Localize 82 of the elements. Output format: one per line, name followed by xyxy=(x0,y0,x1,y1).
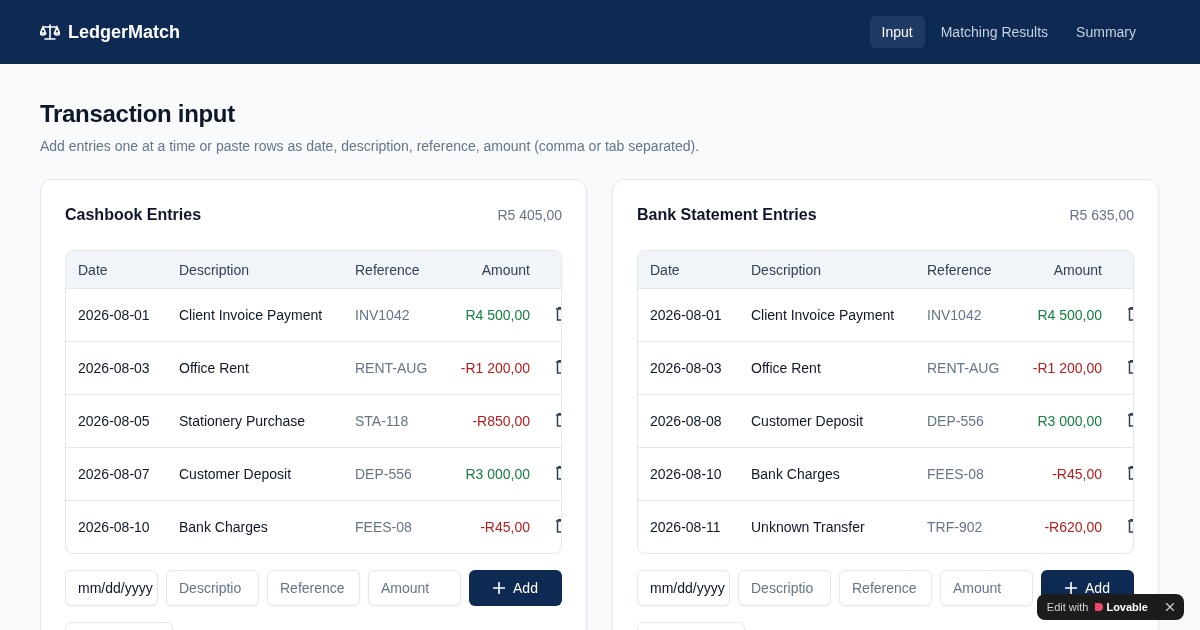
table-cell-text: 2026-08-11 xyxy=(650,519,722,535)
page-title: Transaction input xyxy=(40,100,236,128)
plus-icon xyxy=(1065,582,1078,594)
table-cell-text: RENT-AUG xyxy=(927,360,1001,376)
table-cell-text: Bank Charges xyxy=(179,519,269,535)
table-cell-text: R3 000,00 xyxy=(1036,413,1102,429)
card-title: Bank Statement Entries xyxy=(637,206,817,224)
reference-field[interactable]: Reference xyxy=(839,570,932,606)
trash-icon[interactable] xyxy=(1128,359,1133,374)
trash-icon[interactable] xyxy=(556,306,561,321)
table-cell-text: 2026-08-03 xyxy=(650,360,723,376)
table-cell-text: INV1042 xyxy=(927,307,983,323)
nav-tab[interactable]: Summary xyxy=(1064,16,1148,48)
table-cell-text: 2026-08-05 xyxy=(78,413,151,429)
table-cell-text: -R45,00 xyxy=(479,519,530,535)
table-cell-text: -R45,00 xyxy=(1051,466,1102,482)
column-header: Date xyxy=(78,261,109,278)
scales-icon xyxy=(40,23,60,41)
table-cell-text: R4 500,00 xyxy=(464,307,530,323)
trash-icon[interactable] xyxy=(556,465,561,480)
reference-field[interactable]: Reference xyxy=(267,570,360,606)
description-field[interactable]: Descriptio xyxy=(166,570,259,606)
table-cell-text: TRF-902 xyxy=(927,519,984,535)
table-cell-text: -R1 200,00 xyxy=(1031,360,1102,376)
table-cell-text: 2026-08-01 xyxy=(78,307,151,323)
table-cell-text: STA-118 xyxy=(355,413,410,429)
table-cell-text: Customer Deposit xyxy=(751,413,865,429)
trash-icon[interactable] xyxy=(556,359,561,374)
table-cell-text: DEP-556 xyxy=(927,413,985,429)
trash-icon[interactable] xyxy=(1128,412,1133,427)
table-cell-text: 2026-08-08 xyxy=(650,413,723,429)
app-title: LedgerMatch xyxy=(68,21,181,43)
date-field[interactable]: mm/dd/yyyy xyxy=(65,570,158,606)
table-cell-text: FEES-08 xyxy=(355,519,413,535)
trash-icon[interactable] xyxy=(1128,306,1133,321)
table-cell-text: Unknown Transfer xyxy=(751,519,866,535)
edit-with-toast[interactable]: Edit with Lovable xyxy=(1036,594,1184,620)
column-header: Reference xyxy=(927,261,993,278)
table-cell-text: 2026-08-01 xyxy=(650,307,723,323)
nav-tab[interactable]: Input xyxy=(869,16,925,48)
table-cell-text: Office Rent xyxy=(751,360,822,376)
table-cell-text: R3 000,00 xyxy=(464,466,530,482)
nav-tab[interactable]: Matching Results xyxy=(928,16,1061,48)
add-button[interactable]: Add xyxy=(469,570,562,606)
column-header: Amount xyxy=(480,261,530,278)
card-total: R5 405,00 xyxy=(497,207,562,223)
table-cell-text: Client Invoice Payment xyxy=(179,307,324,323)
page-subtitle: Add entries one at a time or paste rows as date, description, reference, amount (comma or tab separated). xyxy=(40,138,701,154)
table-cell-text: 2026-08-03 xyxy=(78,360,151,376)
table-cell-text: R4 500,00 xyxy=(1036,307,1102,323)
table-cell-text: 2026-08-07 xyxy=(78,466,151,482)
table-cell-text: -R1 200,00 xyxy=(459,360,530,376)
close-icon[interactable] xyxy=(1166,603,1174,611)
amount-field[interactable]: Amount xyxy=(368,570,461,606)
trash-icon[interactable] xyxy=(556,412,561,427)
description-field[interactable]: Descriptio xyxy=(738,570,831,606)
card-title: Cashbook Entries xyxy=(65,206,202,224)
table-cell-text: 2026-08-10 xyxy=(650,466,723,482)
plus-icon xyxy=(493,582,506,594)
table-cell-text: -R850,00 xyxy=(471,413,530,429)
trash-icon[interactable] xyxy=(1128,518,1133,533)
table-cell-text: 2026-08-10 xyxy=(78,519,151,535)
table-cell-text: Client Invoice Payment xyxy=(751,307,896,323)
table-cell-text: DEP-556 xyxy=(355,466,413,482)
amount-field[interactable]: Amount xyxy=(940,570,1033,606)
trash-icon[interactable] xyxy=(556,518,561,533)
table-cell-text: RENT-AUG xyxy=(355,360,429,376)
column-header: Amount xyxy=(1052,261,1102,278)
table-cell-text: Bank Charges xyxy=(751,466,841,482)
column-header: Description xyxy=(751,261,823,278)
column-header: Reference xyxy=(355,261,421,278)
card-total: R5 635,00 xyxy=(1069,207,1134,223)
table-cell-text: Office Rent xyxy=(179,360,250,376)
table-cell-text: INV1042 xyxy=(355,307,411,323)
table-cell-text: Customer Deposit xyxy=(179,466,293,482)
date-field[interactable]: mm/dd/yyyy xyxy=(637,570,730,606)
table-cell-text: Stationery Purchase xyxy=(179,413,307,429)
table-cell-text: FEES-08 xyxy=(927,466,985,482)
column-header: Date xyxy=(650,261,681,278)
column-header: Description xyxy=(179,261,251,278)
trash-icon[interactable] xyxy=(1128,465,1133,480)
table-cell-text: -R620,00 xyxy=(1043,519,1102,535)
